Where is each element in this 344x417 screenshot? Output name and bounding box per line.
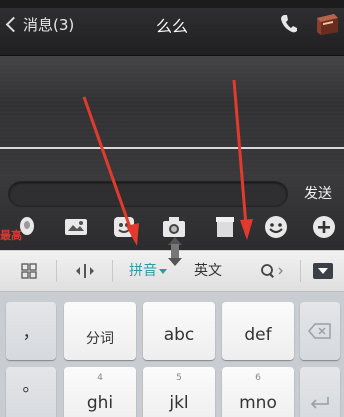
grid-icon[interactable] xyxy=(12,250,46,292)
pinyin-mode-button[interactable]: 拼音 xyxy=(120,250,176,292)
key-label: 分词 xyxy=(86,331,114,347)
smiley-icon[interactable] xyxy=(263,214,289,240)
divider xyxy=(0,147,344,149)
key-label: ghi xyxy=(86,393,114,413)
key-label: jkl xyxy=(169,393,189,413)
search-icon[interactable] xyxy=(254,250,290,292)
contact-book-icon[interactable] xyxy=(314,12,340,36)
key-period[interactable]: 。 xyxy=(6,367,56,417)
key-segment[interactable]: 分词 xyxy=(64,302,136,360)
key-label: def xyxy=(244,325,272,345)
key-abc[interactable]: abc xyxy=(143,302,215,360)
chat-area[interactable] xyxy=(0,56,344,172)
key-comma[interactable]: ， xyxy=(6,302,56,360)
send-button[interactable]: 发送 xyxy=(298,181,338,207)
key-label: abc xyxy=(163,325,195,345)
image-icon[interactable] xyxy=(63,214,89,240)
status-bar xyxy=(0,0,344,8)
enter-icon[interactable] xyxy=(300,367,340,417)
cursor-move-icon[interactable] xyxy=(68,250,102,292)
key-ghi[interactable]: 4 ghi xyxy=(64,367,136,417)
message-input[interactable] xyxy=(8,181,288,207)
key-mno[interactable]: 6 mno xyxy=(222,367,294,417)
chat-background xyxy=(0,56,344,172)
camera-icon[interactable] xyxy=(161,214,187,240)
key-number: 5 xyxy=(176,373,182,383)
plus-icon[interactable] xyxy=(311,214,337,240)
divider xyxy=(112,260,113,282)
dropdown-icon xyxy=(159,268,167,274)
key-number: 4 xyxy=(97,373,103,383)
divider xyxy=(300,260,301,282)
key-jkl[interactable]: 5 jkl xyxy=(143,367,215,417)
hide-keyboard-icon[interactable] xyxy=(310,250,336,292)
key-def[interactable]: def xyxy=(222,302,294,360)
box-icon[interactable] xyxy=(212,214,238,240)
english-mode-button[interactable]: 英文 xyxy=(186,250,230,292)
key-label: 。 xyxy=(22,376,40,396)
phone-icon[interactable] xyxy=(280,14,298,34)
key-label: mno xyxy=(239,393,277,413)
key-number: 6 xyxy=(255,373,261,383)
pinyin-label: 拼音 xyxy=(129,263,157,279)
key-label: ， xyxy=(22,323,40,343)
recent-label: 最高 xyxy=(0,229,22,242)
sticker-icon[interactable] xyxy=(111,214,137,240)
divider xyxy=(56,260,57,282)
backspace-icon[interactable] xyxy=(300,302,340,360)
